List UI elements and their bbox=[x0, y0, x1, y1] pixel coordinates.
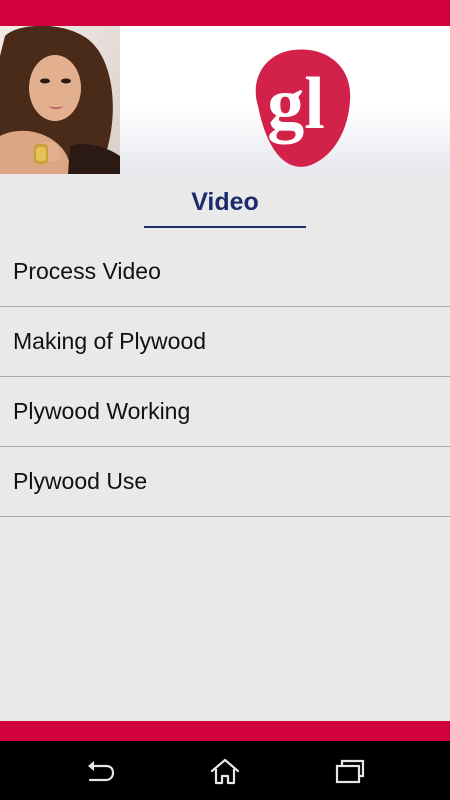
gl-logo: gl bbox=[255, 49, 351, 167]
menu-item-label: Making of Plywood bbox=[13, 328, 207, 354]
section-header: Video bbox=[0, 174, 450, 230]
page-title: Video bbox=[191, 188, 259, 216]
menu-item-label: Plywood Use bbox=[13, 468, 148, 494]
video-menu-list: Process Video Making of Plywood Plywood … bbox=[0, 237, 450, 517]
menu-item-label: Plywood Working bbox=[13, 398, 191, 424]
back-icon[interactable] bbox=[84, 756, 116, 786]
header-banner: gl bbox=[0, 26, 450, 174]
bottom-brand-bar bbox=[0, 721, 450, 741]
menu-item-plywood-use[interactable]: Plywood Use bbox=[0, 447, 450, 517]
home-icon[interactable] bbox=[209, 756, 241, 786]
menu-item-process-video[interactable]: Process Video bbox=[0, 237, 450, 307]
svg-text:gl: gl bbox=[267, 63, 325, 145]
model-photo bbox=[0, 26, 120, 174]
menu-item-label: Process Video bbox=[13, 258, 161, 284]
top-brand-bar bbox=[0, 0, 450, 26]
title-underline bbox=[144, 226, 306, 228]
menu-item-plywood-working[interactable]: Plywood Working bbox=[0, 377, 450, 447]
system-navigation-bar bbox=[0, 741, 450, 800]
recent-apps-icon[interactable] bbox=[334, 756, 366, 786]
menu-item-making-of-plywood[interactable]: Making of Plywood bbox=[0, 307, 450, 377]
